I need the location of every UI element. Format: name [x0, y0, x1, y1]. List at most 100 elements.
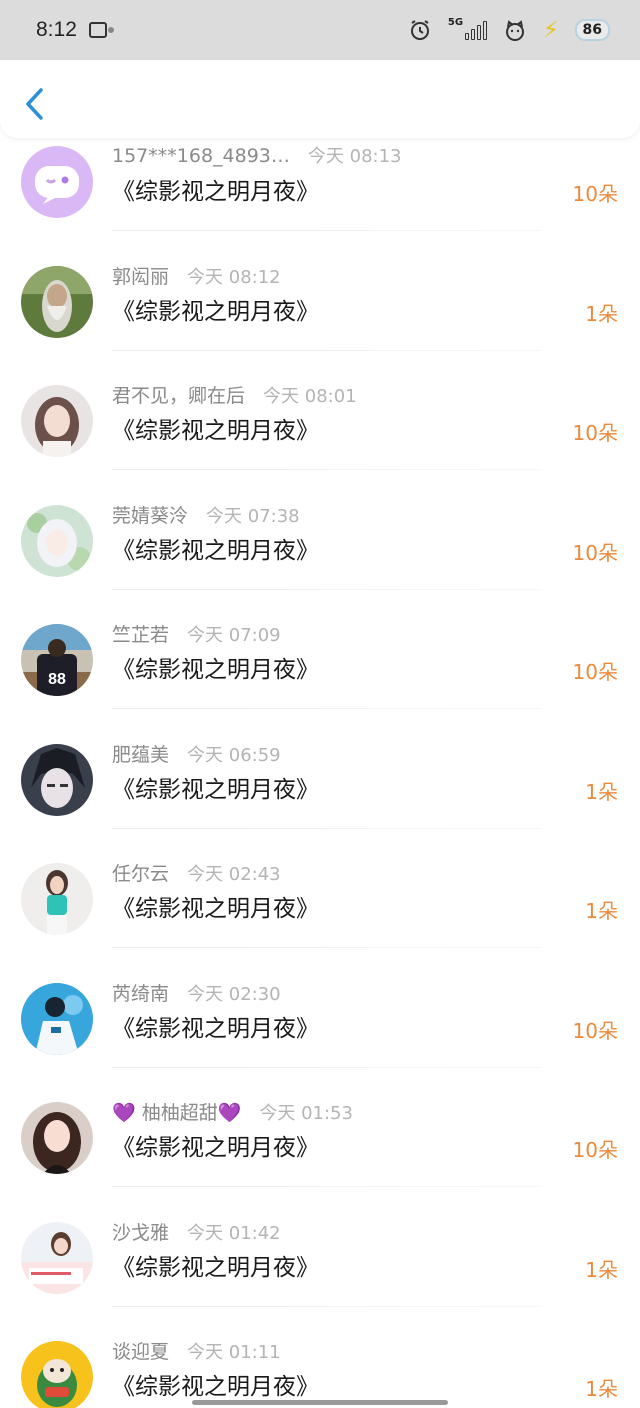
girl-teal-top-avatar	[21, 863, 93, 935]
user-name[interactable]: 💜 柚柚超甜💜	[112, 1098, 241, 1125]
list-item[interactable]: 沙戈雅 今天 01:42 《综影视之明月夜》 1朵	[0, 1204, 640, 1324]
user-name[interactable]: 郭闳丽	[112, 262, 169, 289]
timestamp: 今天 01:11	[187, 1342, 281, 1363]
status-time: 8:12	[36, 18, 77, 41]
item-meta: 谈迎夏 今天 01:11	[112, 1337, 281, 1364]
list-item[interactable]: 肥蕴美 今天 06:59 《综影视之明月夜》 1朵	[0, 726, 640, 846]
divider	[112, 469, 542, 470]
divider	[112, 588, 542, 590]
svg-text:88: 88	[48, 671, 66, 688]
girl-selfie-avatar	[21, 385, 93, 457]
flower-count: 1朵	[585, 779, 618, 804]
avatar[interactable]	[21, 504, 93, 577]
status-icons: 5G ⚡ 86	[408, 16, 610, 43]
book-title: 《综影视之明月夜》	[112, 657, 319, 683]
user-name[interactable]: 芮绮南	[112, 979, 169, 1006]
flower-count: 1朵	[585, 301, 618, 326]
flower-count: 1朵	[585, 899, 618, 923]
timestamp: 今天 07:09	[187, 625, 281, 646]
avatar[interactable]	[21, 146, 93, 218]
timestamp: 今天 06:59	[187, 744, 281, 766]
anime-dark-boy-avatar	[21, 743, 93, 816]
user-name[interactable]: 157***168_4893…	[112, 145, 290, 167]
user-name[interactable]: 莞婧葵泠	[112, 501, 188, 528]
timestamp: 今天 08:12	[187, 266, 281, 288]
alarm-clock-icon	[408, 18, 432, 42]
book-title: 《综影视之明月夜》	[112, 537, 319, 564]
back-button[interactable]	[22, 86, 48, 122]
book-title: 《综影视之明月夜》	[112, 179, 319, 205]
signal-icon: 5G	[447, 16, 488, 40]
item-meta: 任尔云 今天 02:43	[112, 859, 281, 886]
list-item[interactable]: 莞婧葵泠 今天 07:38 《综影视之明月夜》 10朵	[0, 487, 640, 607]
user-name[interactable]: 君不见，卿在后	[112, 381, 245, 408]
user-name[interactable]: 肥蕴美	[112, 740, 169, 767]
boy-blue-sky-avatar	[21, 982, 93, 1055]
avatar[interactable]: 88	[21, 624, 93, 696]
girl-sign-avatar	[21, 1221, 93, 1294]
item-meta: 肥蕴美 今天 06:59	[112, 740, 281, 767]
divider	[112, 1066, 542, 1068]
divider	[112, 230, 542, 231]
item-meta: 竺芷若 今天 07:09	[112, 620, 281, 647]
item-meta: 💜 柚柚超甜💜 今天 01:53	[112, 1098, 353, 1125]
flower-count: 10朵	[572, 182, 618, 206]
user-name[interactable]: 沙戈雅	[112, 1218, 169, 1245]
home-indicator[interactable]	[192, 1400, 448, 1405]
book-title: 《综影视之明月夜》	[112, 1015, 319, 1042]
nav-header	[0, 60, 640, 138]
divider	[112, 1186, 542, 1187]
list-item[interactable]: 君不见，卿在后 今天 08:01 《综影视之明月夜》 10朵	[0, 367, 640, 487]
white-haired-elder-avatar	[21, 265, 93, 338]
flower-count: 10朵	[572, 1018, 618, 1043]
timestamp: 今天 08:01	[263, 386, 357, 407]
chevron-left-icon	[26, 88, 43, 120]
avatar[interactable]	[21, 982, 93, 1055]
avatar[interactable]	[21, 385, 93, 457]
list-item[interactable]: 任尔云 今天 02:43 《综影视之明月夜》 1朵	[0, 845, 640, 965]
avatar[interactable]	[21, 265, 93, 338]
cartoon-yellow-avatar	[21, 1341, 93, 1408]
timestamp: 今天 01:42	[187, 1222, 281, 1244]
divider	[112, 708, 542, 709]
flower-count: 10朵	[572, 421, 618, 445]
avatar[interactable]	[21, 743, 93, 816]
item-meta: 郭闳丽 今天 08:12	[112, 262, 281, 289]
user-name[interactable]: 谈迎夏	[112, 1337, 169, 1364]
avatar[interactable]	[21, 1102, 93, 1174]
user-name[interactable]: 任尔云	[112, 859, 169, 886]
avatar[interactable]	[21, 1341, 93, 1408]
book-title: 《综影视之明月夜》	[112, 418, 319, 444]
timestamp: 今天 08:13	[307, 146, 402, 167]
list-item[interactable]: 💜 柚柚超甜💜 今天 01:53 《综影视之明月夜》 10朵	[0, 1084, 640, 1204]
book-title: 《综影视之明月夜》	[112, 1254, 319, 1281]
flower-count: 10朵	[572, 540, 618, 565]
avatar[interactable]	[21, 863, 93, 935]
book-title: 《综影视之明月夜》	[112, 896, 319, 922]
girl-portrait-avatar	[21, 1102, 93, 1174]
purple-chat-bubble-avatar	[21, 146, 93, 218]
battery-level: 86	[574, 19, 610, 41]
sim-card-icon	[88, 22, 114, 38]
flower-count: 10朵	[572, 660, 618, 684]
book-title: 《综影视之明月夜》	[112, 776, 319, 803]
timestamp: 今天 07:38	[206, 505, 300, 527]
item-meta: 君不见，卿在后 今天 08:01	[112, 381, 357, 408]
avatar[interactable]	[21, 1221, 93, 1294]
list-item[interactable]: 谈迎夏 今天 01:11 《综影视之明月夜》 1朵	[0, 1323, 640, 1408]
item-meta: 157***168_4893… 今天 08:13	[112, 142, 402, 168]
item-meta: 芮绮南 今天 02:30	[112, 979, 281, 1006]
list-item[interactable]: 芮绮南 今天 02:30 《综影视之明月夜》 10朵	[0, 965, 640, 1085]
bolt-icon: ⚡	[543, 17, 559, 43]
gift-record-list: 157***168_4893… 今天 08:13 《综影视之明月夜》 10朵 郭闳丽 今天…	[0, 128, 640, 1408]
list-item[interactable]: 郭闳丽 今天 08:12 《综影视之明月夜》 1朵	[0, 248, 640, 368]
network-type: 5G	[447, 16, 464, 28]
jersey-88-avatar: 88	[21, 624, 93, 696]
status-bar: 8:12 5G ⚡ 86	[0, 0, 640, 60]
divider	[112, 1305, 542, 1307]
timestamp: 今天 02:30	[187, 983, 281, 1005]
user-name[interactable]: 竺芷若	[112, 620, 169, 647]
divider	[112, 349, 542, 351]
list-item[interactable]: 88 竺芷若 今天 07:09 《综影视之明月夜》 10朵	[0, 606, 640, 726]
list-item[interactable]: 157***168_4893… 今天 08:13 《综影视之明月夜》 10朵	[0, 128, 640, 248]
